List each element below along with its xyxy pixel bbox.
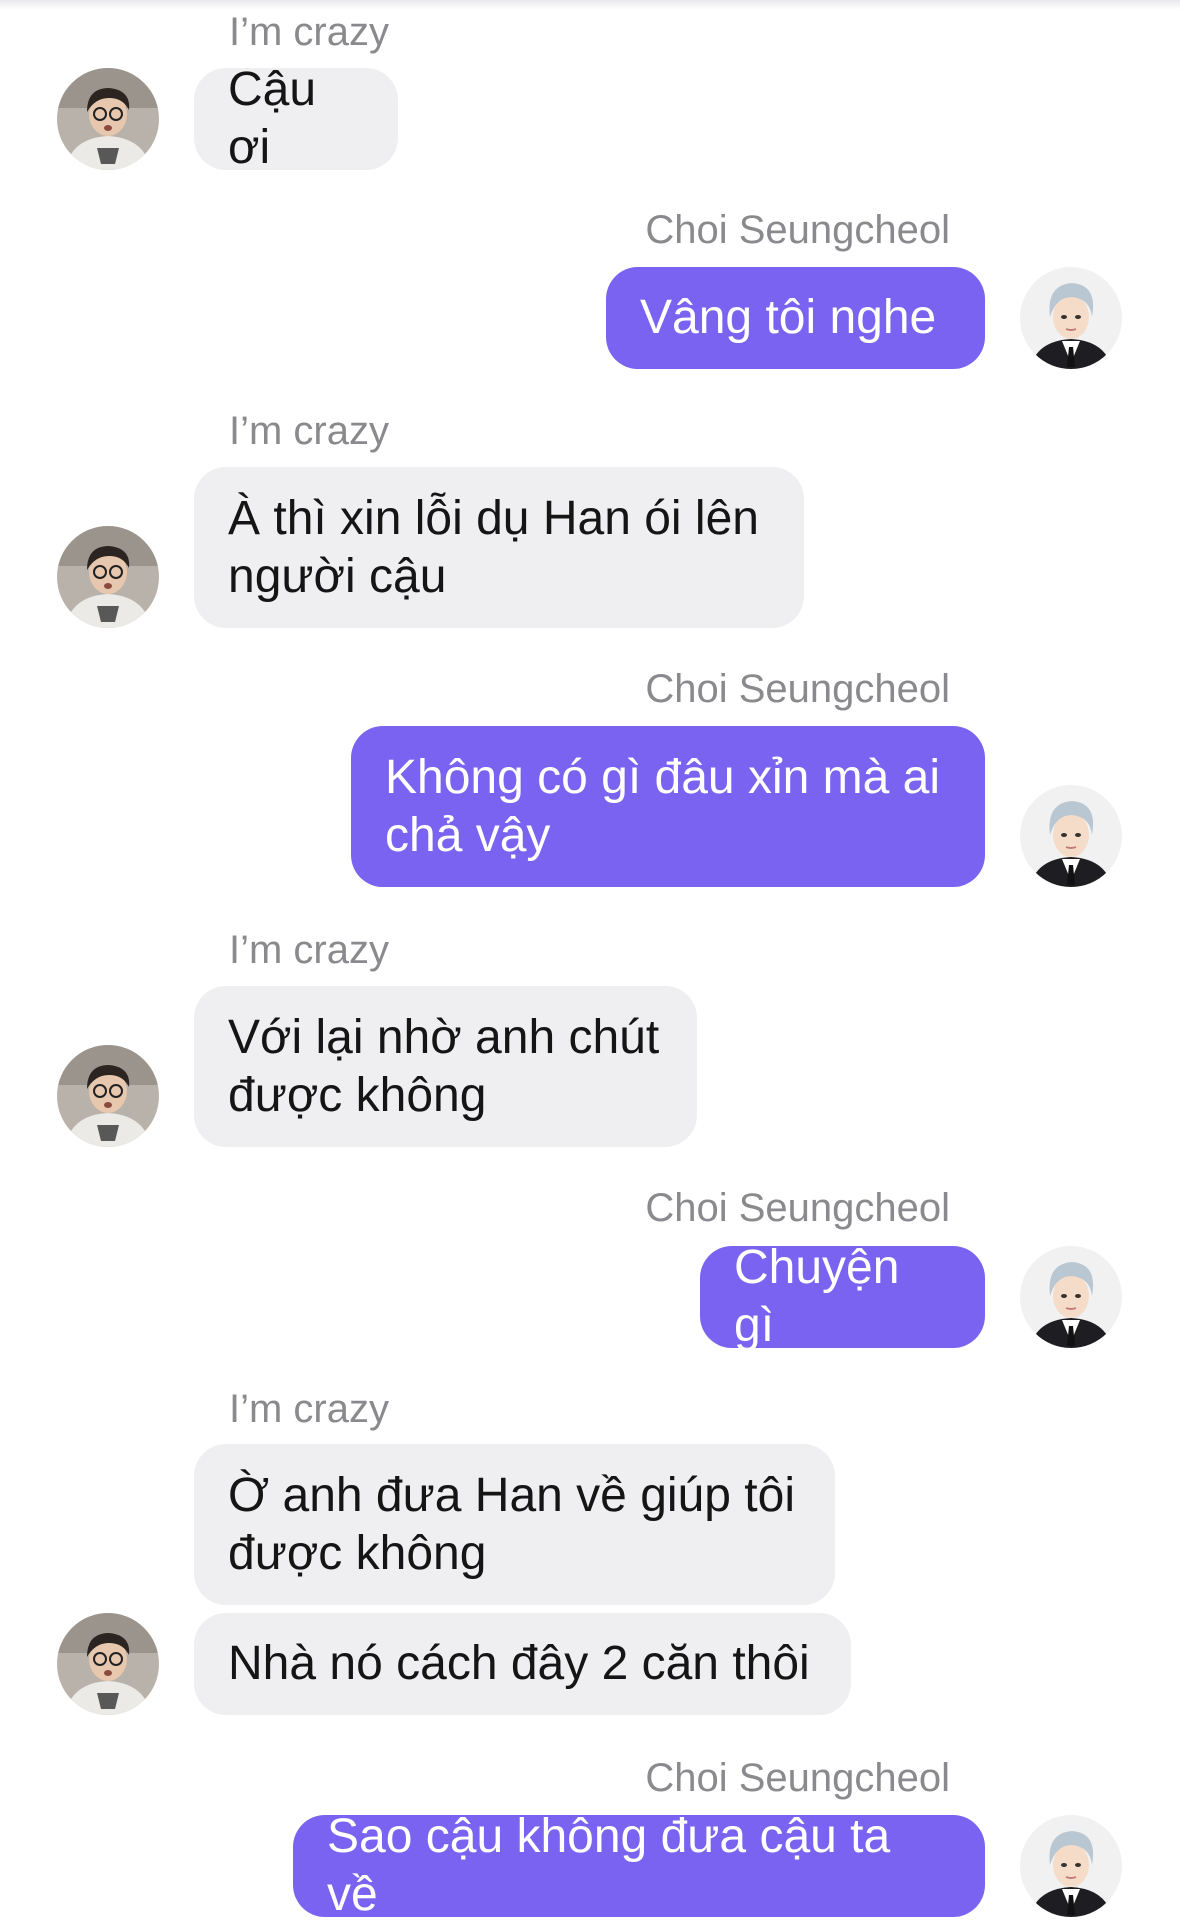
- sender-name: I’m crazy: [229, 10, 389, 54]
- message-text: Không có gì đâu xỉn mà ai chả vậy: [385, 750, 941, 862]
- sender-name: I’m crazy: [229, 1387, 389, 1431]
- message-text: Sao cậu không đưa cậu ta về: [327, 1810, 891, 1921]
- message-bubble-incoming[interactable]: Nhà nó cách đây 2 căn thôi: [194, 1613, 851, 1715]
- user-photo-icon[interactable]: [57, 68, 159, 170]
- message-bubble-outgoing[interactable]: Chuyện gì: [700, 1241, 985, 1352]
- message-text: Ờ anh đưa Han về giúp tôi được không: [228, 1468, 795, 1580]
- message-bubble-outgoing[interactable]: Sao cậu không đưa cậu ta về: [293, 1810, 985, 1921]
- user-photo-icon[interactable]: [1020, 1815, 1122, 1917]
- top-divider: [0, 0, 1180, 10]
- user-photo-icon[interactable]: [57, 526, 159, 628]
- user-photo-icon[interactable]: [1020, 267, 1122, 369]
- message-text: Nhà nó cách đây 2 căn thôi: [228, 1637, 810, 1690]
- user-photo-icon[interactable]: [1020, 785, 1122, 887]
- sender-name: Choi Seungcheol: [645, 667, 950, 711]
- sender-name: Choi Seungcheol: [645, 1186, 950, 1230]
- sender-name: I’m crazy: [229, 409, 389, 453]
- sender-name: I’m crazy: [229, 928, 389, 972]
- message-bubble-outgoing[interactable]: Vâng tôi nghe: [606, 267, 985, 369]
- message-text: Với lại nhờ anh chút được không: [228, 1010, 660, 1122]
- sender-name: Choi Seungcheol: [645, 208, 950, 252]
- message-bubble-incoming[interactable]: À thì xin lỗi dụ Han ói lên người cậu: [194, 467, 804, 628]
- user-photo-icon[interactable]: [1020, 1246, 1122, 1348]
- message-bubble-outgoing[interactable]: Không có gì đâu xỉn mà ai chả vậy: [351, 726, 985, 887]
- message-text: Vâng tôi nghe: [640, 291, 937, 344]
- message-bubble-incoming[interactable]: Cậu ơi: [194, 63, 398, 174]
- message-text: À thì xin lỗi dụ Han ói lên người cậu: [228, 491, 759, 603]
- sender-name: Choi Seungcheol: [645, 1756, 950, 1800]
- message-text: Chuyện gì: [734, 1241, 900, 1352]
- user-photo-icon[interactable]: [57, 1045, 159, 1147]
- user-photo-icon[interactable]: [57, 1613, 159, 1715]
- message-bubble-incoming[interactable]: Ờ anh đưa Han về giúp tôi được không: [194, 1444, 835, 1605]
- message-text: Cậu ơi: [228, 63, 317, 174]
- message-bubble-incoming[interactable]: Với lại nhờ anh chút được không: [194, 986, 697, 1147]
